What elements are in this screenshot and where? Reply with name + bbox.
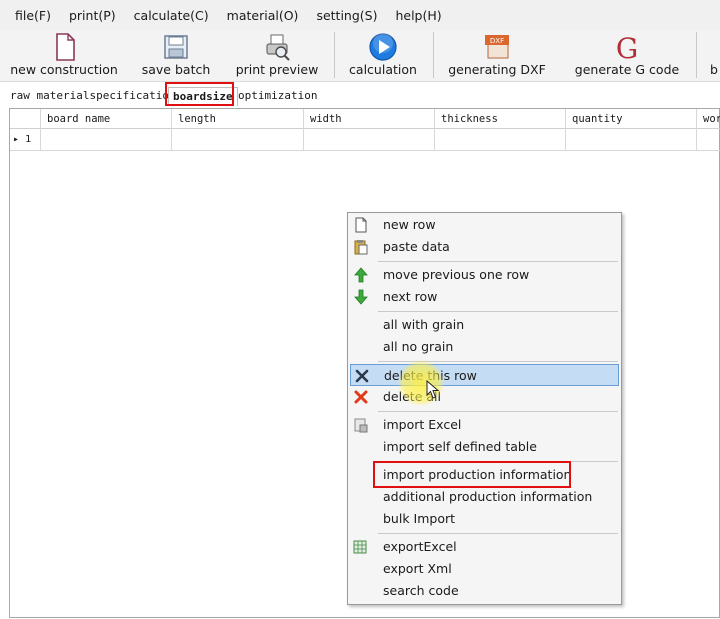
toolbar-separator [433,32,434,78]
menu-file[interactable]: file(F) [6,8,60,23]
column-header-length[interactable]: length [171,109,303,129]
menu-item-label: next row [383,289,438,304]
save-batch-label: save batch [141,62,211,77]
column-header-quantity[interactable]: quantity [565,109,696,129]
menu-item-export-excel[interactable]: exportExcel [350,536,619,558]
delete-row-icon [355,369,369,383]
column-header-wor[interactable]: wor [696,109,720,129]
new-construction-label: new construction [10,62,118,77]
menu-item-label: exportExcel [383,539,457,554]
menu-item-new-row[interactable]: new row [350,214,619,236]
generate-g-code-button[interactable]: G generate G code [572,30,682,82]
cell-quantity[interactable] [565,129,696,151]
row-indicator-icon: ▸ [13,134,20,145]
menu-item-search-code[interactable]: search code [350,580,619,602]
save-batch-button[interactable]: save batch [138,30,214,82]
cell-width[interactable] [303,129,434,151]
toolbar-separator [334,32,335,78]
menu-item-all-no-grain[interactable]: all no grain [350,336,619,358]
highlight-box-boardsize [165,82,234,106]
menu-item-label: move previous one row [383,267,530,282]
app-window: file(F) print(P) calculate(C) material(O… [0,0,720,619]
g-glyph: G [616,32,638,62]
context-menu: new row paste data move previous one row… [347,212,622,605]
toolbar-overflow-button[interactable]: b [706,30,720,82]
menu-item-label: all with grain [383,317,465,332]
calculation-label: calculation [349,62,417,77]
menu-item-paste-data[interactable]: paste data [350,236,619,258]
paste-icon [354,240,368,255]
generating-dxf-button[interactable]: DXF generating DXF [446,30,548,82]
menu-item-delete-all[interactable]: delete all [350,386,619,408]
toolbar-overflow-label: b [710,62,718,77]
g-code-icon: G [616,32,638,62]
menu-item-next-row[interactable]: next row [350,286,619,308]
menu-item-additional-production-information[interactable]: additional production information [350,486,619,508]
menu-item-move-previous-row[interactable]: move previous one row [350,264,619,286]
menu-item-bulk-import[interactable]: bulk Import [350,508,619,530]
arrow-down-icon [354,289,368,305]
menu-separator [378,533,618,534]
column-header-board-name[interactable]: board name [40,109,171,129]
menu-item-label: bulk Import [383,511,456,526]
grid-header: board name length width thickness quanti… [10,109,720,129]
print-preview-label: print preview [235,62,319,77]
new-document-icon [56,33,75,61]
menu-item-import-excel[interactable]: import Excel [350,414,619,436]
generate-g-code-label: generate G code [574,62,680,77]
tab-strip: raw materialspecification boardsize opti… [0,82,720,106]
new-construction-button[interactable]: new construction [8,30,120,82]
print-preview-icon [266,34,290,61]
menu-calculate[interactable]: calculate(C) [125,8,218,23]
menubar: file(F) print(P) calculate(C) material(O… [0,0,720,30]
cell-length[interactable] [171,129,303,151]
menu-item-all-with-grain[interactable]: all with grain [350,314,619,336]
menu-separator [378,261,618,262]
print-preview-button[interactable]: print preview [234,30,320,82]
cell-wor[interactable] [696,129,720,151]
import-excel-icon [354,418,368,433]
column-header-width[interactable]: width [303,109,434,129]
menu-item-label: new row [383,217,436,232]
menu-item-label: all no grain [383,339,454,354]
column-header-thickness[interactable]: thickness [434,109,565,129]
menu-item-label: import Excel [383,417,462,432]
generating-dxf-label: generating DXF [448,62,546,77]
cell-board-name[interactable] [40,129,171,151]
cell-thickness[interactable] [434,129,565,151]
play-icon [369,33,397,61]
mouse-pointer-icon [426,380,440,399]
menu-setting[interactable]: setting(S) [307,8,386,23]
menu-item-label: additional production information [383,489,593,504]
menu-item-label: search code [383,583,459,598]
highlight-box-import-production-information [373,461,571,488]
new-row-icon [355,217,367,233]
table-row[interactable]: ▸ 1 [10,129,720,151]
menu-help[interactable]: help(H) [386,8,450,23]
menu-print[interactable]: print(P) [60,8,125,23]
toolbar: new construction save batch print previe… [0,30,720,82]
toolbar-separator [696,32,697,78]
export-excel-icon [353,540,367,554]
row-number: 1 [25,134,32,145]
tab-raw-material-specification[interactable]: raw materialspecification [6,87,180,106]
menu-item-export-xml[interactable]: export Xml [350,558,619,580]
delete-all-icon [354,390,368,404]
menu-item-label: paste data [383,239,450,254]
tab-optimization[interactable]: optimization [234,87,321,106]
dxf-badge-text: DXF [490,37,504,45]
dxf-icon: DXF [485,35,509,59]
save-icon [164,35,188,59]
menu-separator [378,411,618,412]
menu-item-import-self-defined-table[interactable]: import self defined table [350,436,619,458]
arrow-up-icon [354,267,368,283]
menu-item-delete-this-row[interactable]: delete this row [350,364,619,386]
menu-item-label: import self defined table [383,439,537,454]
calculation-button[interactable]: calculation [346,30,420,82]
menu-separator [378,311,618,312]
menu-material[interactable]: material(O) [218,8,308,23]
row-header[interactable]: ▸ 1 [10,129,40,151]
menu-item-label: export Xml [383,561,452,576]
